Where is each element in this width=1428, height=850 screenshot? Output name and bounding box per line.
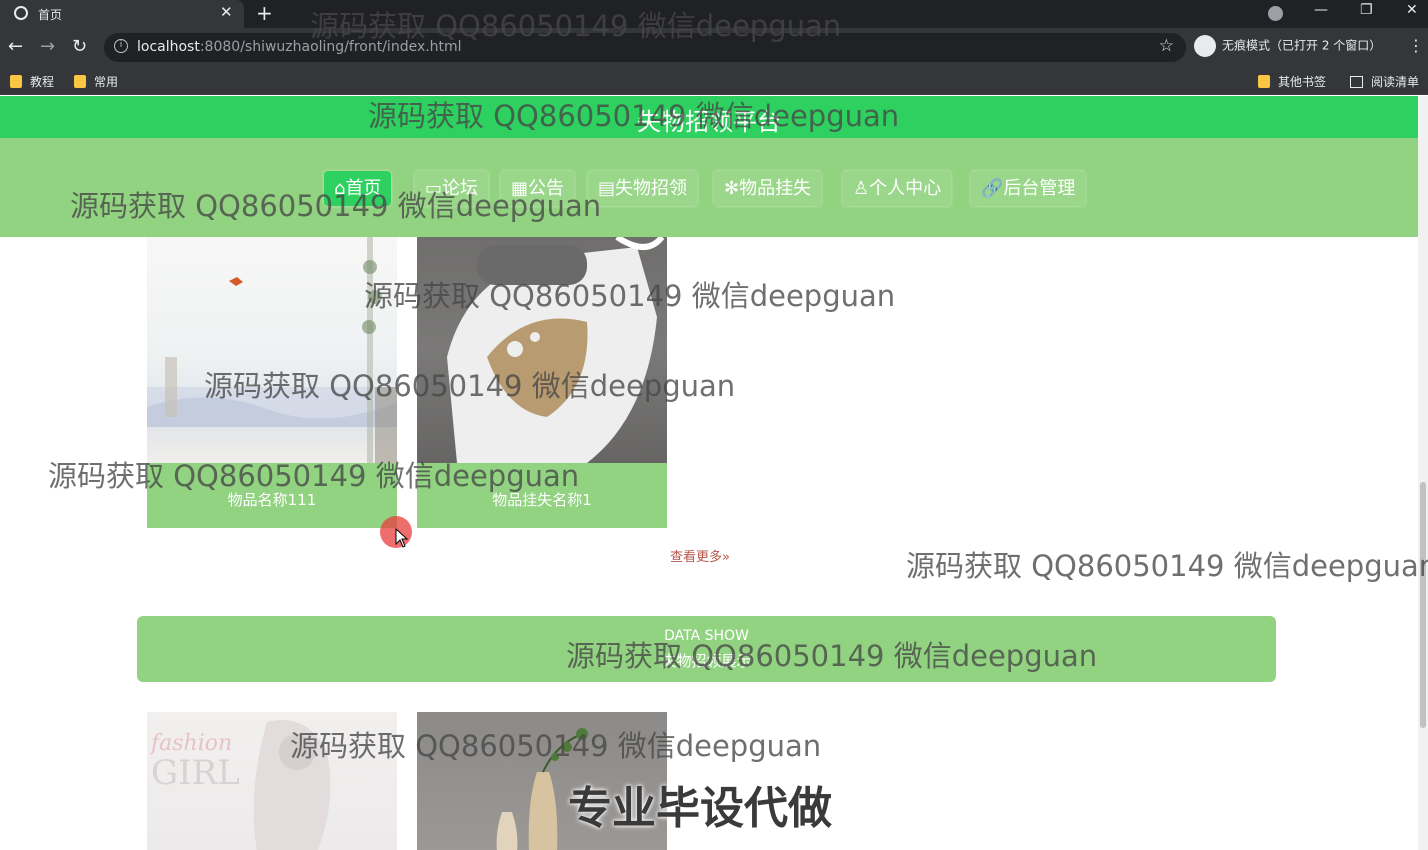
incognito-icon: [1194, 35, 1216, 57]
watermark-text: 源码获取 QQ86050149 微信deepguan: [566, 639, 1098, 673]
folder-icon: [74, 75, 86, 88]
user-icon: ♙: [853, 178, 870, 199]
iron-image: [447, 237, 665, 463]
browser-tab[interactable]: 首页 ✕: [0, 0, 244, 28]
forward-icon[interactable]: →: [40, 36, 55, 57]
watermark-text: 源码获取 QQ86050149 微信deepguan: [70, 189, 602, 223]
nav-lost-found[interactable]: ▤失物招领: [588, 171, 698, 206]
incognito-indicator[interactable]: 无痕模式（已打开 2 个窗口）: [1194, 35, 1381, 59]
tab-search-icon[interactable]: [1268, 6, 1283, 21]
scrollbar-thumb[interactable]: [1420, 482, 1426, 728]
folder-icon: [10, 75, 22, 88]
watermark-text: 源码获取 QQ86050149 微信deepguan: [368, 99, 900, 133]
svg-text:GIRL: GIRL: [151, 753, 240, 793]
view-more-link[interactable]: 查看更多»: [670, 546, 730, 565]
reading-list[interactable]: 阅读清单: [1350, 73, 1419, 90]
item-image[interactable]: [417, 237, 667, 463]
page-scrollbar[interactable]: [1418, 96, 1428, 850]
bookmark-folder[interactable]: 常用: [74, 73, 118, 90]
restore-icon[interactable]: ❐: [1360, 2, 1373, 18]
menu-icon[interactable]: ⋮: [1408, 36, 1424, 55]
new-tab-icon[interactable]: +: [256, 1, 273, 25]
nav-user-center[interactable]: ♙个人中心: [843, 171, 952, 206]
info-icon[interactable]: i: [114, 39, 128, 53]
minimize-icon[interactable]: —: [1314, 2, 1328, 18]
nav-report-lost[interactable]: ✻物品挂失: [714, 171, 822, 206]
folder-icon: [1258, 75, 1270, 88]
mouse-cursor-icon: [395, 528, 409, 548]
globe-icon: [14, 6, 28, 20]
watermark-text: 源码获取 QQ86050149 微信deepguan: [310, 9, 842, 43]
item-image[interactable]: [147, 237, 397, 463]
asterisk-icon: ✻: [724, 178, 740, 199]
watermark-text: 源码获取 QQ86050149 微信deepguan: [48, 459, 580, 493]
watermark-text: 源码获取 QQ86050149 微信deepguan: [906, 549, 1428, 583]
watermark-text: 源码获取 QQ86050149 微信deepguan: [204, 369, 736, 403]
bookmarks-bar: 教程 常用 其他书签 阅读清单: [0, 66, 1428, 95]
window-close-icon[interactable]: ✕: [1406, 2, 1418, 18]
reading-list-icon: [1350, 76, 1363, 88]
link-icon: 🔗: [981, 178, 1004, 199]
reload-icon[interactable]: ↻: [72, 36, 87, 57]
nav-admin[interactable]: 🔗后台管理: [971, 171, 1086, 206]
other-bookmarks[interactable]: 其他书签: [1258, 73, 1326, 90]
promo-text: 专业毕设代做: [568, 783, 832, 834]
double-chevron-right-icon: »: [722, 550, 730, 565]
bookmark-folder[interactable]: 教程: [10, 73, 54, 90]
tab-title: 首页: [38, 8, 63, 22]
watermark-text: 源码获取 QQ86050149 微信deepguan: [364, 279, 896, 313]
london-scene-image: [147, 237, 397, 463]
back-icon[interactable]: ←: [8, 36, 23, 57]
watermark-text: 源码获取 QQ86050149 微信deepguan: [290, 729, 822, 763]
close-tab-icon[interactable]: ✕: [220, 3, 233, 21]
bookmark-star-icon[interactable]: ☆: [1159, 36, 1174, 56]
